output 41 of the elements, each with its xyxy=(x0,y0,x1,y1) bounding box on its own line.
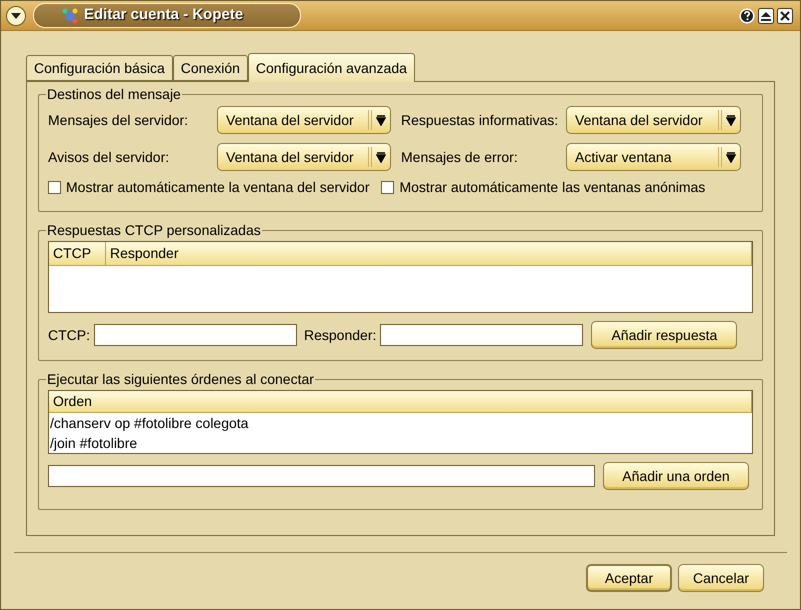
field-label: CTCP: xyxy=(48,326,90,344)
dropdown[interactable]: Ventana del servidor xyxy=(566,106,741,134)
group-title: Respuestas CTCP personalizadas xyxy=(46,221,262,240)
dialog-button[interactable]: Cancelar xyxy=(678,564,764,592)
checkbox-label[interactable]: Mostrar automáticamente las ventanas anónimas xyxy=(399,177,706,198)
dialog-button[interactable]: Aceptar xyxy=(586,564,672,592)
dropdown[interactable]: Activar ventana xyxy=(566,143,741,171)
field-label: Avisos del servidor: xyxy=(48,148,170,166)
list-row[interactable]: /chanserv op #fotolibre colegota xyxy=(49,413,752,433)
field-label: Respuestas informativas: xyxy=(400,110,560,130)
close-icon[interactable] xyxy=(777,8,793,24)
list-row[interactable]: /join #fotolibre xyxy=(49,433,752,453)
tab[interactable]: Configuración avanzada xyxy=(248,53,415,82)
dropdown[interactable]: Ventana del servidor xyxy=(217,106,391,134)
checkbox[interactable] xyxy=(381,181,394,194)
group-title: Destinos del mensaje xyxy=(46,85,182,104)
dropdown-arrow-icon xyxy=(726,151,736,163)
column-header[interactable]: Responder xyxy=(106,242,752,265)
command-field[interactable] xyxy=(48,465,595,487)
add-command-button[interactable]: Añadir una orden xyxy=(603,462,749,490)
field-label: Responder: xyxy=(304,326,376,345)
network-icon xyxy=(62,8,78,24)
checkbox[interactable] xyxy=(48,181,61,194)
dropdown-arrow-icon xyxy=(726,114,736,126)
dropdown[interactable]: Ventana del servidor xyxy=(217,143,391,171)
field-label: Mensajes de error: xyxy=(400,148,519,167)
column-header[interactable]: Orden xyxy=(49,391,752,412)
checkbox-label[interactable]: Mostrar automáticamente la ventana del servidor xyxy=(66,177,370,198)
text-field[interactable] xyxy=(380,324,584,346)
window-title: Editar cuenta - Kopete xyxy=(84,5,244,26)
menu-button[interactable] xyxy=(6,6,26,26)
column-header[interactable]: CTCP xyxy=(49,242,106,265)
group-title: Ejecutar las siguientes órdenes al conectar xyxy=(46,370,315,389)
dropdown-arrow-icon xyxy=(376,151,386,163)
field-label: Mensajes del servidor: xyxy=(48,110,190,130)
text-field[interactable] xyxy=(94,324,297,346)
tab[interactable]: Conexión xyxy=(172,55,248,81)
tab[interactable]: Configuración básica xyxy=(26,55,173,81)
dropdown-arrow-icon xyxy=(376,114,386,126)
help-icon[interactable] xyxy=(739,8,755,24)
add-reply-button[interactable]: Añadir respuesta xyxy=(591,321,738,349)
